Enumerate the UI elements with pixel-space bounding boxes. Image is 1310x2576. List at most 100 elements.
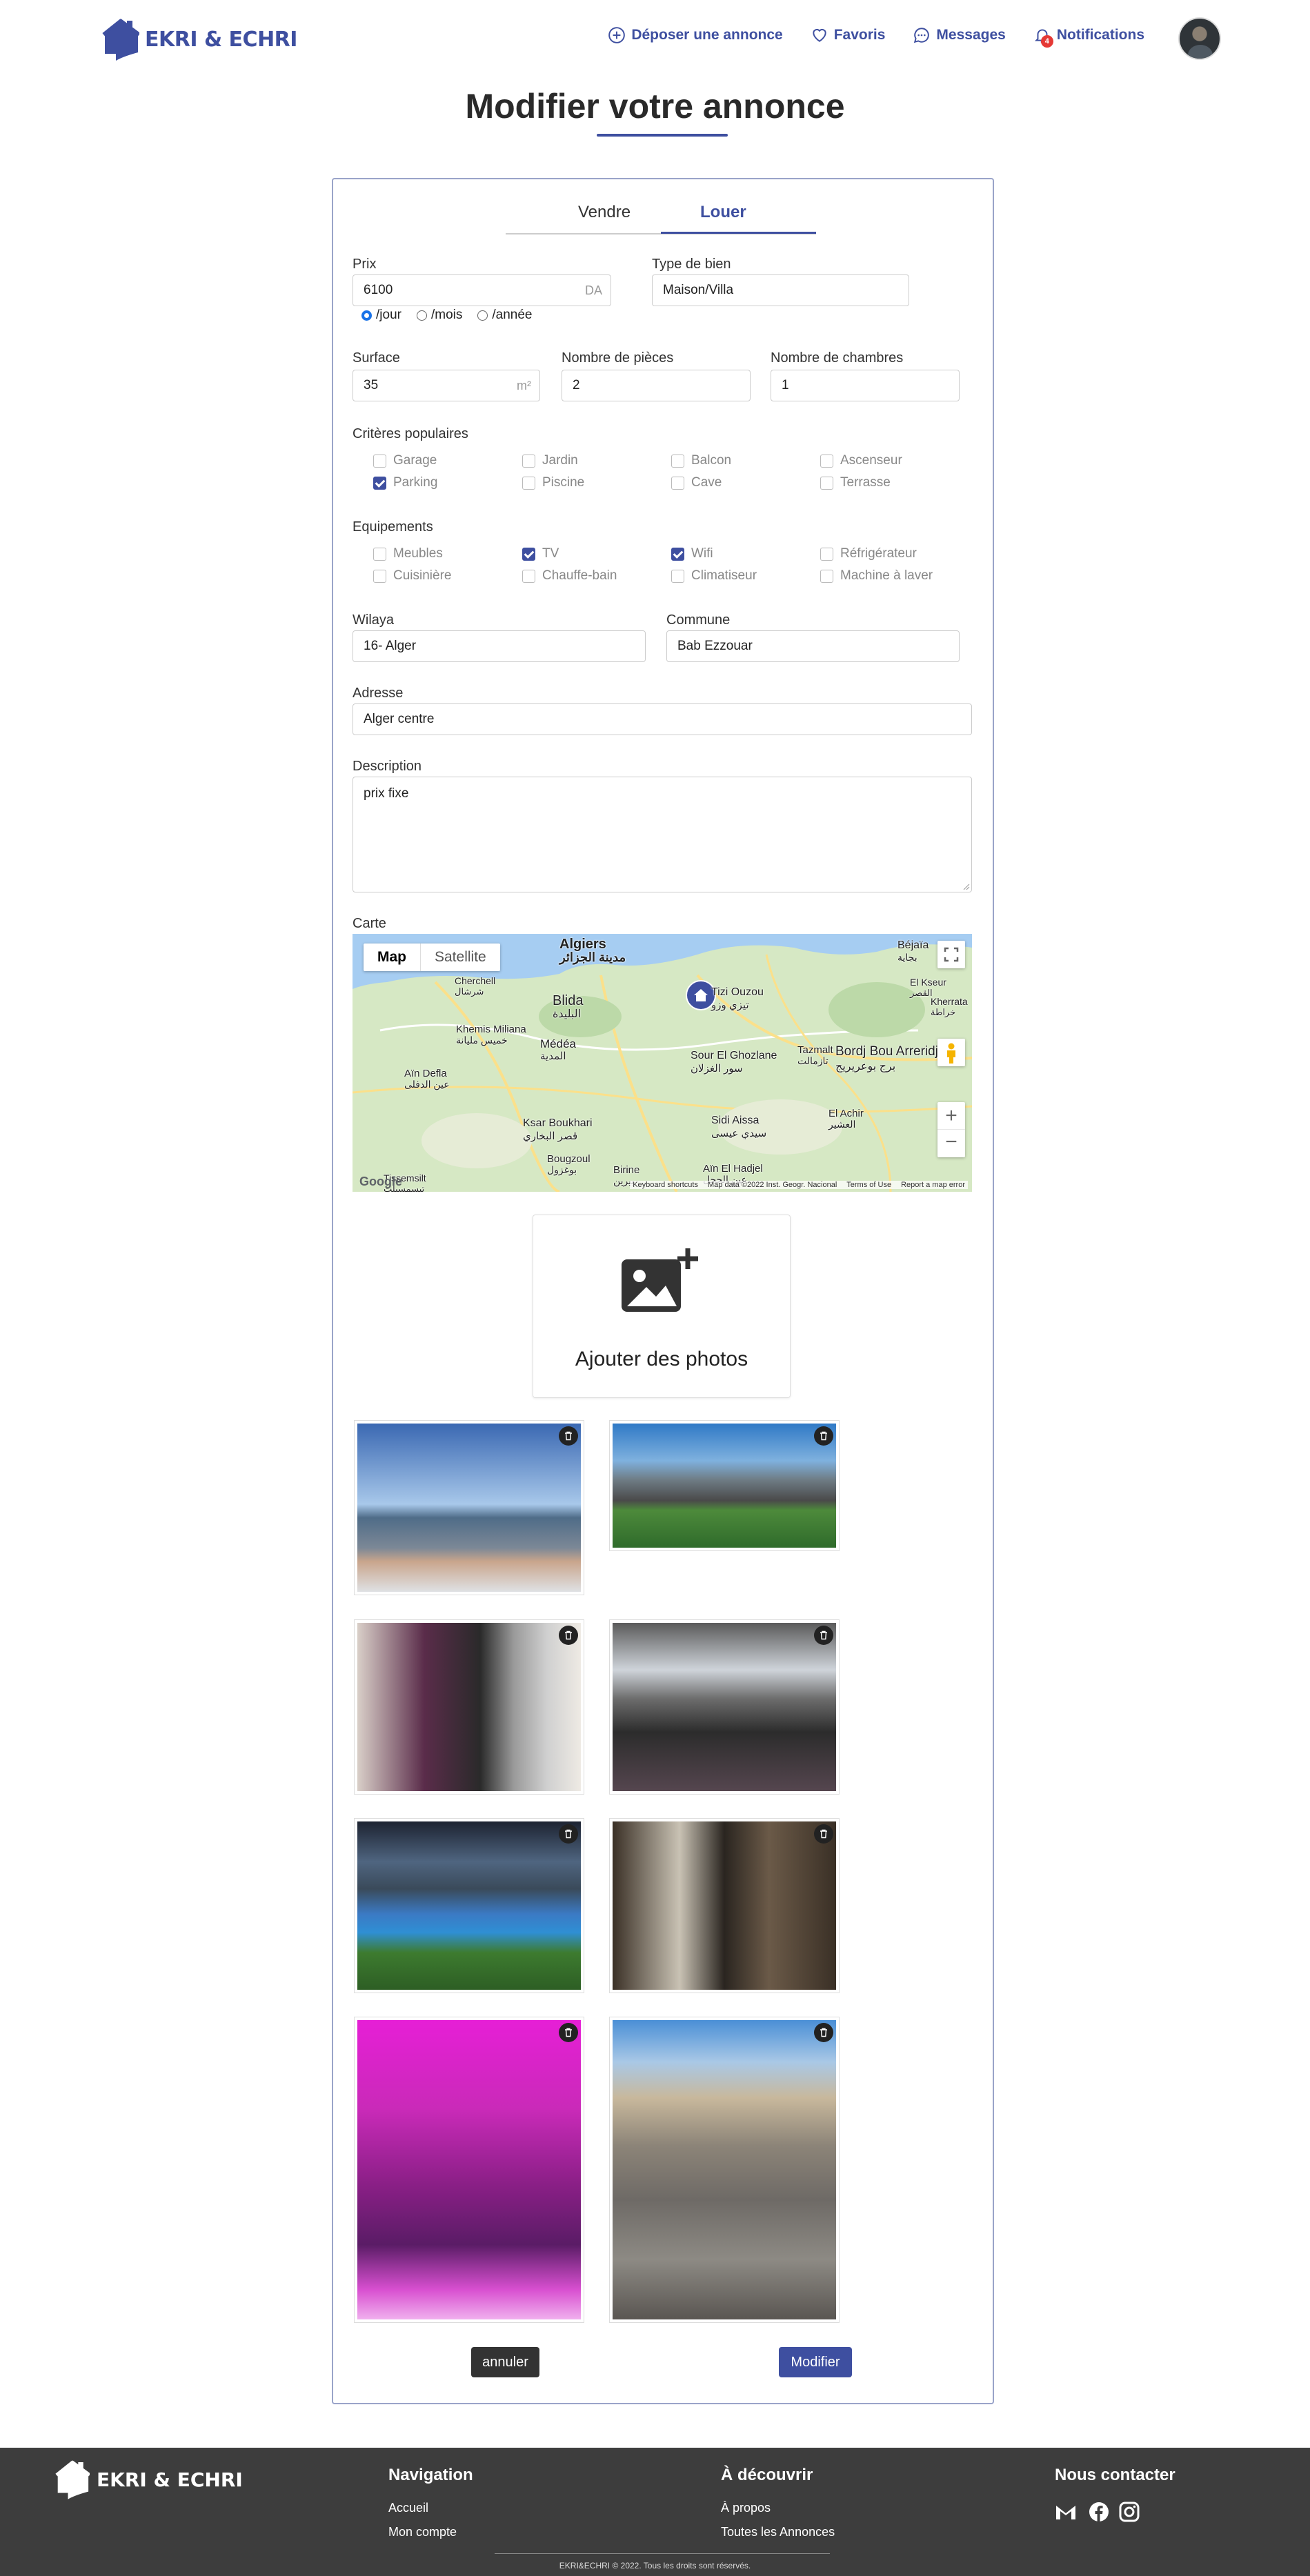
map-keyboard-shortcuts-link[interactable]: Keyboard shortcuts [633, 1181, 698, 1189]
bedrooms-input[interactable]: 1 [771, 370, 960, 401]
map-place-label: Aïn El Hadjel [703, 1163, 763, 1175]
map-place-label: Sour El Ghozlane [691, 1050, 777, 1061]
surface-value: 35 [364, 378, 379, 392]
map-place-label: Birine [613, 1164, 640, 1176]
photo-image [357, 1623, 581, 1791]
instagram-icon[interactable] [1119, 2502, 1140, 2522]
price-input[interactable]: 6100 DA [353, 274, 611, 306]
delete-photo-button[interactable] [814, 1626, 833, 1645]
checkbox-box [522, 454, 535, 468]
commune-select[interactable]: Bab Ezzouar [666, 630, 960, 662]
map-place-label: Médéa [540, 1037, 576, 1050]
zoom-out-button[interactable]: − [937, 1130, 965, 1157]
title-underline [597, 134, 728, 137]
location-map[interactable]: Map Satellite + − Algiers مدينة الجزائر Bl… [353, 934, 972, 1192]
checkbox-label: Machine à laver [840, 568, 933, 583]
footer-divider [495, 2553, 830, 2554]
equipment-checkbox-4[interactable]: Cuisinière [373, 568, 522, 583]
delete-photo-button[interactable] [559, 1426, 578, 1446]
address-label: Adresse [353, 686, 404, 701]
rooms-input[interactable]: 2 [562, 370, 751, 401]
footer-link-all-listings[interactable]: Toutes les Annonces [721, 2525, 835, 2539]
criteria-checkbox-4[interactable]: Parking [373, 475, 522, 490]
street-view-pegman[interactable] [937, 1039, 965, 1066]
map-place-label: سور الغزلان [691, 1063, 743, 1075]
trash-icon [565, 1431, 572, 1441]
delete-photo-button[interactable] [814, 1426, 833, 1446]
map-place-label: سيدي عيسى [711, 1128, 767, 1139]
delete-photo-button[interactable] [814, 1824, 833, 1844]
map-fullscreen-button[interactable] [937, 941, 965, 968]
map-place-label: مدينة الجزائر [559, 950, 626, 964]
footer-link-home[interactable]: Accueil [388, 2501, 428, 2515]
delete-photo-button[interactable] [559, 1626, 578, 1645]
tab-rent[interactable]: Louer [700, 203, 746, 222]
property-type-label: Type de bien [652, 257, 731, 272]
delete-photo-button[interactable] [814, 2023, 833, 2042]
submit-button[interactable]: Modifier [779, 2347, 852, 2377]
footer-link-about[interactable]: À propos [721, 2501, 771, 2515]
surface-input[interactable]: 35 m² [353, 370, 540, 401]
wilaya-select[interactable]: 16- Alger [353, 630, 646, 662]
map-place-label: خميس مليانة [456, 1035, 508, 1046]
radio-per-day[interactable]: /jour [361, 308, 401, 323]
delete-photo-button[interactable] [559, 1824, 578, 1844]
footer-brand-name: EKRI & ECHRI [97, 2468, 243, 2491]
map-place-label: بجاية [897, 952, 917, 963]
criteria-checkbox-7[interactable]: Terrasse [820, 475, 969, 490]
criteria-checkbox-6[interactable]: Cave [671, 475, 820, 490]
map-terms-link[interactable]: Terms of Use [846, 1181, 891, 1189]
photo-image [613, 1424, 836, 1548]
radio-per-month[interactable]: /mois [416, 308, 462, 323]
criteria-checkbox-3[interactable]: Ascenseur [820, 453, 969, 468]
add-photos-button[interactable]: Ajouter des photos [533, 1215, 791, 1398]
nav-messages[interactable]: Messages [913, 26, 1006, 44]
nav-notifications-label: Notifications [1056, 27, 1144, 43]
map-type-map[interactable]: Map [364, 943, 420, 971]
tab-sell[interactable]: Vendre [578, 203, 631, 222]
radio-per-year[interactable]: /année [477, 308, 533, 323]
delete-photo-button[interactable] [559, 2023, 578, 2042]
resize-handle-icon[interactable] [962, 882, 970, 890]
gmail-icon[interactable] [1055, 2503, 1077, 2521]
equipment-checkbox-1[interactable]: TV [522, 546, 671, 561]
notification-count-badge: 4 [1040, 35, 1053, 48]
equipment-checkbox-3[interactable]: Réfrigérateur [820, 546, 969, 561]
criteria-checkbox-1[interactable]: Jardin [522, 453, 671, 468]
facebook-icon[interactable] [1089, 2502, 1109, 2522]
map-report-link[interactable]: Report a map error [901, 1181, 965, 1189]
equipment-label: Equipements [353, 519, 433, 535]
photo-image [613, 1821, 836, 1990]
bedrooms-label: Nombre de chambres [771, 350, 904, 366]
map-place-label: Tazmalt [797, 1044, 833, 1056]
address-input[interactable]: Alger centre [353, 703, 972, 735]
footer-discover-title: À découvrir [721, 2466, 813, 2484]
nav-favorites[interactable]: Favoris [811, 26, 885, 44]
property-type-select[interactable]: Maison/Villa [652, 274, 909, 306]
equipment-checkbox-5[interactable]: Chauffe-bain [522, 568, 671, 583]
checkbox-box [522, 569, 535, 583]
nav-notifications[interactable]: 4 Notifications [1033, 26, 1144, 48]
brand-logo[interactable]: EKRI & ECHRI [102, 18, 297, 61]
equipment-checkbox-0[interactable]: Meubles [373, 546, 522, 561]
criteria-checkbox-2[interactable]: Balcon [671, 453, 820, 468]
equipment-checkbox-7[interactable]: Machine à laver [820, 568, 969, 583]
photo-image [613, 2020, 836, 2319]
footer-link-account[interactable]: Mon compte [388, 2525, 457, 2539]
nav-post-ad[interactable]: Déposer une annonce [608, 26, 783, 44]
commune-label: Commune [666, 612, 731, 628]
checkbox-label: Chauffe-bain [542, 568, 617, 583]
criteria-checkbox-0[interactable]: Garage [373, 453, 522, 468]
footer-logo[interactable]: EKRI & ECHRI [55, 2459, 243, 2500]
criteria-checkbox-5[interactable]: Piscine [522, 475, 671, 490]
description-textarea[interactable]: prix fixe [353, 777, 972, 892]
user-avatar[interactable] [1178, 17, 1221, 60]
equipment-checkbox-2[interactable]: Wifi [671, 546, 820, 561]
trash-icon [565, 1630, 572, 1640]
equipment-checkbox-6[interactable]: Climatiseur [671, 568, 820, 583]
zoom-in-button[interactable]: + [937, 1102, 965, 1130]
cancel-button[interactable]: annuler [471, 2347, 539, 2377]
checkbox-label: TV [542, 546, 559, 561]
map-type-satellite[interactable]: Satellite [420, 943, 500, 971]
checkbox-label: Terrasse [840, 475, 891, 490]
